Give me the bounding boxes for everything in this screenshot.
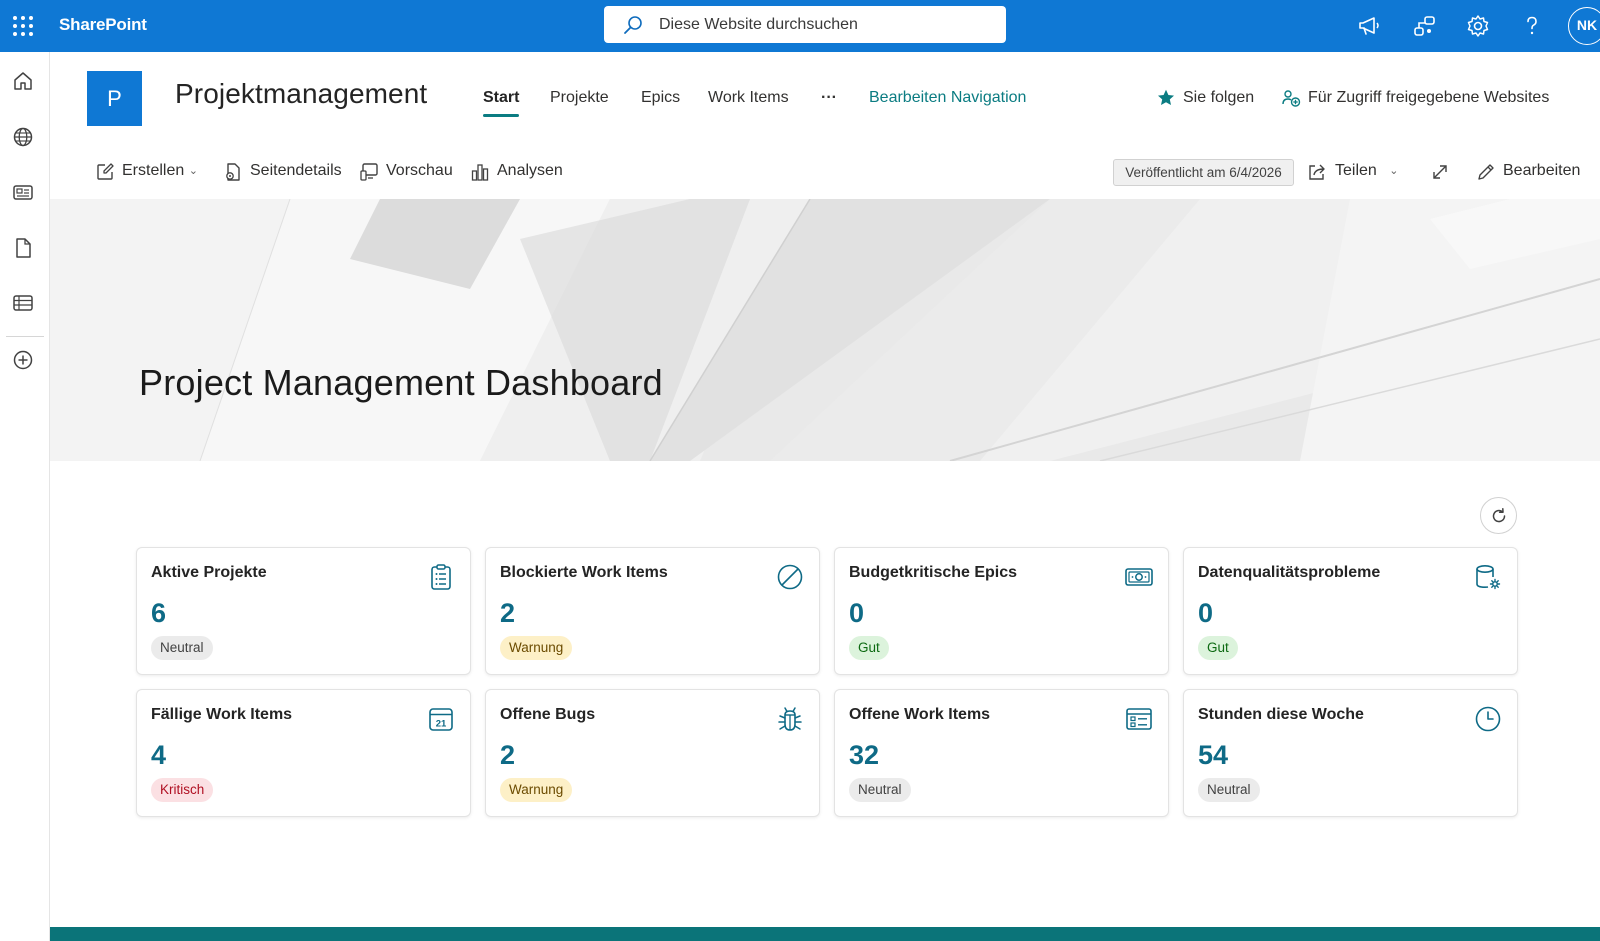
analytics-icon	[470, 162, 490, 182]
hero-banner	[50, 199, 1600, 461]
status-badge: Neutral	[849, 778, 911, 802]
settings-gear-icon[interactable]	[1464, 12, 1492, 40]
nav-more-button[interactable]: ···	[821, 89, 837, 107]
kpi-card-value: 0	[1198, 598, 1214, 628]
list-form-icon	[1124, 704, 1154, 734]
site-title[interactable]: Projektmanagement	[175, 78, 427, 110]
user-avatar[interactable]: NK	[1568, 7, 1600, 45]
nav-active-indicator	[483, 114, 519, 117]
kpi-card-title: Datenqualitätsprobleme	[1198, 564, 1381, 581]
search-placeholder: Diese Website durchsuchen	[659, 16, 858, 33]
bug-icon	[775, 704, 805, 734]
page-settings-icon	[223, 162, 243, 182]
site-logo[interactable]: P	[87, 71, 142, 126]
search-box[interactable]: Diese Website durchsuchen	[604, 6, 1006, 43]
suite-bar: SharePoint Diese Website durchsuchen NK	[0, 0, 1600, 52]
chevron-down-icon: ⌄	[188, 165, 198, 177]
app-name[interactable]: SharePoint	[59, 15, 147, 35]
hero-background-image	[50, 199, 1600, 461]
status-badge: Neutral	[151, 636, 213, 660]
document-icon[interactable]	[11, 236, 35, 260]
help-icon[interactable]	[1518, 12, 1546, 40]
kpi-card-stunden-diese-woche[interactable]: Stunden diese Woche 54 Neutral	[1183, 689, 1518, 817]
money-icon	[1124, 562, 1154, 592]
kpi-card-value: 0	[849, 598, 865, 628]
nav-edit-navigation[interactable]: Bearbeiten Navigation	[869, 89, 1026, 107]
share-label: Teilen	[1335, 162, 1377, 179]
kpi-card-title: Offene Bugs	[500, 706, 596, 723]
list-icon[interactable]	[11, 291, 35, 315]
status-badge: Gut	[849, 636, 889, 660]
follow-button[interactable]: Sie folgen	[1183, 89, 1254, 107]
star-filled-icon[interactable]	[1156, 88, 1176, 108]
edit-pencil-icon	[1476, 162, 1496, 182]
kpi-card-faellige-work-items[interactable]: Fällige Work Items 21 4 Kritisch	[136, 689, 471, 817]
footer-accent-bar	[50, 927, 1600, 941]
clock-icon	[1473, 704, 1503, 734]
nav-projekte[interactable]: Projekte	[550, 89, 609, 107]
page-details-button[interactable]: Seitendetails	[250, 162, 342, 180]
blocked-icon	[775, 562, 805, 592]
calendar-icon: 21	[426, 704, 456, 734]
edit-button[interactable]: Bearbeiten	[1503, 162, 1580, 180]
nav-start[interactable]: Start	[483, 89, 519, 107]
database-settings-icon	[1473, 562, 1503, 592]
org-chart-icon[interactable]	[1410, 12, 1438, 40]
kpi-card-budgetkritische-epics[interactable]: Budgetkritische Epics 0 Gut	[834, 547, 1169, 675]
kpi-card-title: Blockierte Work Items	[500, 564, 668, 581]
news-icon[interactable]	[11, 180, 35, 204]
kpi-card-value: 4	[151, 740, 167, 770]
expand-icon[interactable]	[1430, 162, 1450, 182]
kpi-card-title: Offene Work Items	[849, 706, 991, 723]
analytics-button[interactable]: Analysen	[497, 162, 563, 180]
share-button[interactable]: Teilen ⌄	[1335, 162, 1398, 180]
shared-sites-link[interactable]: Für Zugriff freigegebene Websites	[1308, 89, 1549, 107]
kpi-card-datenqualitaetsprobleme[interactable]: Datenqualitätsprobleme 0 Gut	[1183, 547, 1518, 675]
add-circle-icon[interactable]	[11, 348, 35, 372]
globe-icon[interactable]	[11, 125, 35, 149]
hero-title: Project Management Dashboard	[139, 362, 663, 403]
app-launcher-icon[interactable]	[11, 14, 35, 38]
kpi-card-value: 32	[849, 740, 880, 770]
status-badge: Neutral	[1198, 778, 1260, 802]
app-bar-divider	[6, 336, 44, 337]
megaphone-icon[interactable]	[1355, 12, 1383, 40]
refresh-button[interactable]	[1480, 497, 1517, 534]
search-icon	[623, 15, 643, 35]
kpi-card-value: 2	[500, 740, 516, 770]
kpi-card-offene-work-items[interactable]: Offene Work Items 32 Neutral	[834, 689, 1169, 817]
status-badge: Warnung	[500, 636, 573, 660]
home-icon[interactable]	[11, 69, 35, 93]
create-button[interactable]: Erstellen ⌄	[122, 162, 198, 180]
nav-epics[interactable]: Epics	[641, 89, 680, 107]
kpi-card-blockierte-work-items[interactable]: Blockierte Work Items 2 Warnung	[485, 547, 820, 675]
kpi-card-value: 6	[151, 598, 167, 628]
shared-people-icon[interactable]	[1281, 88, 1301, 108]
share-icon	[1307, 162, 1327, 182]
calendar-day-number: 21	[436, 719, 447, 730]
kpi-card-title: Fällige Work Items	[151, 706, 293, 723]
kpi-card-value: 54	[1198, 740, 1229, 770]
status-badge: Warnung	[500, 778, 573, 802]
edit-new-icon	[95, 162, 115, 182]
kpi-card-title: Budgetkritische Epics	[849, 564, 1018, 581]
status-badge: Kritisch	[151, 778, 214, 802]
clipboard-list-icon	[426, 562, 456, 592]
status-badge: Gut	[1198, 636, 1238, 660]
nav-work-items[interactable]: Work Items	[708, 89, 789, 107]
refresh-icon	[1492, 508, 1506, 523]
kpi-card-title: Aktive Projekte	[151, 564, 267, 581]
kpi-card-value: 2	[500, 598, 516, 628]
kpi-card-title: Stunden diese Woche	[1198, 706, 1364, 723]
preview-icon	[359, 162, 379, 182]
published-status-badge: Veröffentlicht am 6/4/2026	[1113, 159, 1294, 186]
preview-button[interactable]: Vorschau	[386, 162, 453, 180]
create-label: Erstellen	[122, 162, 185, 179]
kpi-card-aktive-projekte[interactable]: Aktive Projekte 6 Neutral	[136, 547, 471, 675]
kpi-card-offene-bugs[interactable]: Offene Bugs 2 Warnung	[485, 689, 820, 817]
chevron-down-icon: ⌄	[1389, 165, 1399, 177]
app-bar	[0, 52, 50, 941]
